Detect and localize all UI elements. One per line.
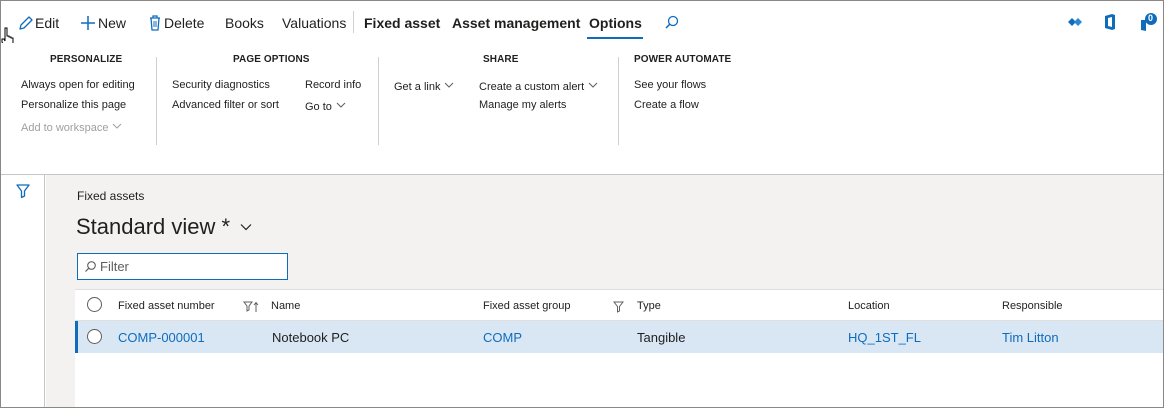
fixed-assets-grid: Fixed asset number Name Fixed asset grou… xyxy=(75,289,1163,407)
options-tab-selected-indicator xyxy=(587,37,643,39)
see-your-flows-button[interactable]: See your flows xyxy=(634,78,706,92)
new-button[interactable]: New xyxy=(78,13,126,33)
pencil-icon xyxy=(17,13,35,38)
create-custom-alert-button[interactable]: Create a custom alert xyxy=(479,78,598,94)
trash-icon xyxy=(146,13,164,38)
go-to-label: Go to xyxy=(305,101,332,113)
search-button[interactable] xyxy=(663,13,681,33)
search-icon xyxy=(84,260,97,278)
filter-field[interactable] xyxy=(77,253,288,280)
location-link[interactable]: HQ_1ST_FL xyxy=(848,330,921,345)
options-ribbon: PERSONALIZE Always open for editing Pers… xyxy=(1,43,1163,175)
column-header-location[interactable]: Location xyxy=(848,300,890,312)
funnel-icon xyxy=(15,184,31,203)
page-options-group-title: PAGE OPTIONS xyxy=(233,54,310,65)
responsible-link[interactable]: Tim Litton xyxy=(1002,330,1059,345)
power-apps-icon[interactable] xyxy=(1065,12,1085,32)
chevron-down-icon xyxy=(336,98,346,112)
options-tab[interactable]: Options xyxy=(589,13,642,33)
column-header-type[interactable]: Type xyxy=(637,300,661,312)
column-header-name[interactable]: Name xyxy=(271,300,300,312)
delete-button[interactable]: Delete xyxy=(146,13,204,33)
asset-management-tab[interactable]: Asset management xyxy=(452,13,580,33)
ribbon-divider xyxy=(378,57,379,145)
action-pane-divider xyxy=(353,11,354,33)
breadcrumb[interactable]: Fixed assets xyxy=(77,189,144,203)
page-title: Standard view * xyxy=(76,214,231,239)
edit-button[interactable]: Edit xyxy=(17,13,59,33)
ribbon-divider xyxy=(618,57,619,145)
create-a-flow-button[interactable]: Create a flow xyxy=(634,98,699,112)
books-tab[interactable]: Books xyxy=(225,13,264,33)
chevron-down-icon xyxy=(588,78,598,92)
row-select-radio[interactable] xyxy=(87,329,102,344)
create-custom-alert-label: Create a custom alert xyxy=(479,81,585,93)
sort-filter-icon[interactable] xyxy=(243,300,261,318)
asset-name-cell: Notebook PC xyxy=(272,330,350,345)
manage-my-alerts-button[interactable]: Manage my alerts xyxy=(479,98,566,112)
column-header-fixed-asset-number[interactable]: Fixed asset number xyxy=(118,300,215,312)
personalize-page-button[interactable]: Personalize this page xyxy=(21,98,126,112)
select-all-radio[interactable] xyxy=(87,297,102,312)
personalize-group-title: PERSONALIZE xyxy=(50,54,123,65)
main-content: Fixed assets Standard view * Fixed asset… xyxy=(46,175,1163,407)
get-a-link-button[interactable]: Get a link xyxy=(394,78,454,94)
asset-group-link[interactable]: COMP xyxy=(483,330,522,345)
security-diagnostics-button[interactable]: Security diagnostics xyxy=(172,78,270,92)
delete-label: Delete xyxy=(164,15,205,31)
advanced-filter-button[interactable]: Advanced filter or sort xyxy=(172,98,279,112)
chevron-down-icon xyxy=(112,119,122,133)
notification-count: 0 xyxy=(1148,13,1154,23)
action-pane: Edit New Delete Books Valuations Fixed a… xyxy=(1,1,1163,49)
column-filter-icon[interactable] xyxy=(612,300,625,318)
power-automate-group-title: POWER AUTOMATE xyxy=(634,54,732,65)
record-info-button[interactable]: Record info xyxy=(305,78,361,92)
table-row[interactable]: COMP-000001 Notebook PC COMP Tangible HQ… xyxy=(75,321,1163,353)
chevron-down-icon xyxy=(240,211,252,237)
new-label: New xyxy=(98,15,127,31)
notifications-icon[interactable]: 0 xyxy=(1137,12,1157,32)
asset-type-cell: Tangible xyxy=(637,330,686,345)
app-window: Edit New Delete Books Valuations Fixed a… xyxy=(0,0,1164,408)
search-icon xyxy=(663,13,681,38)
share-group-title: SHARE xyxy=(483,54,519,65)
always-open-for-editing-button[interactable]: Always open for editing xyxy=(21,78,135,92)
fixed-asset-number-link[interactable]: COMP-000001 xyxy=(118,330,205,345)
valuations-tab[interactable]: Valuations xyxy=(282,13,346,33)
add-to-workspace-label: Add to workspace xyxy=(21,122,109,134)
ribbon-divider xyxy=(156,57,157,145)
office-icon[interactable] xyxy=(1100,12,1120,32)
edit-label: Edit xyxy=(35,15,60,31)
fixed-asset-tab[interactable]: Fixed asset xyxy=(364,13,440,33)
add-to-workspace-button[interactable]: Add to workspace xyxy=(21,119,122,135)
chevron-down-icon xyxy=(444,78,454,92)
filter-input[interactable] xyxy=(100,257,280,276)
get-a-link-label: Get a link xyxy=(394,81,441,93)
view-selector[interactable]: Standard view * xyxy=(76,211,252,240)
column-header-responsible[interactable]: Responsible xyxy=(1002,300,1063,312)
left-nav xyxy=(1,175,45,407)
filter-pane-toggle[interactable] xyxy=(15,183,31,204)
plus-icon xyxy=(78,13,98,38)
column-header-fixed-asset-group[interactable]: Fixed asset group xyxy=(483,300,570,312)
go-to-button[interactable]: Go to xyxy=(305,98,346,114)
